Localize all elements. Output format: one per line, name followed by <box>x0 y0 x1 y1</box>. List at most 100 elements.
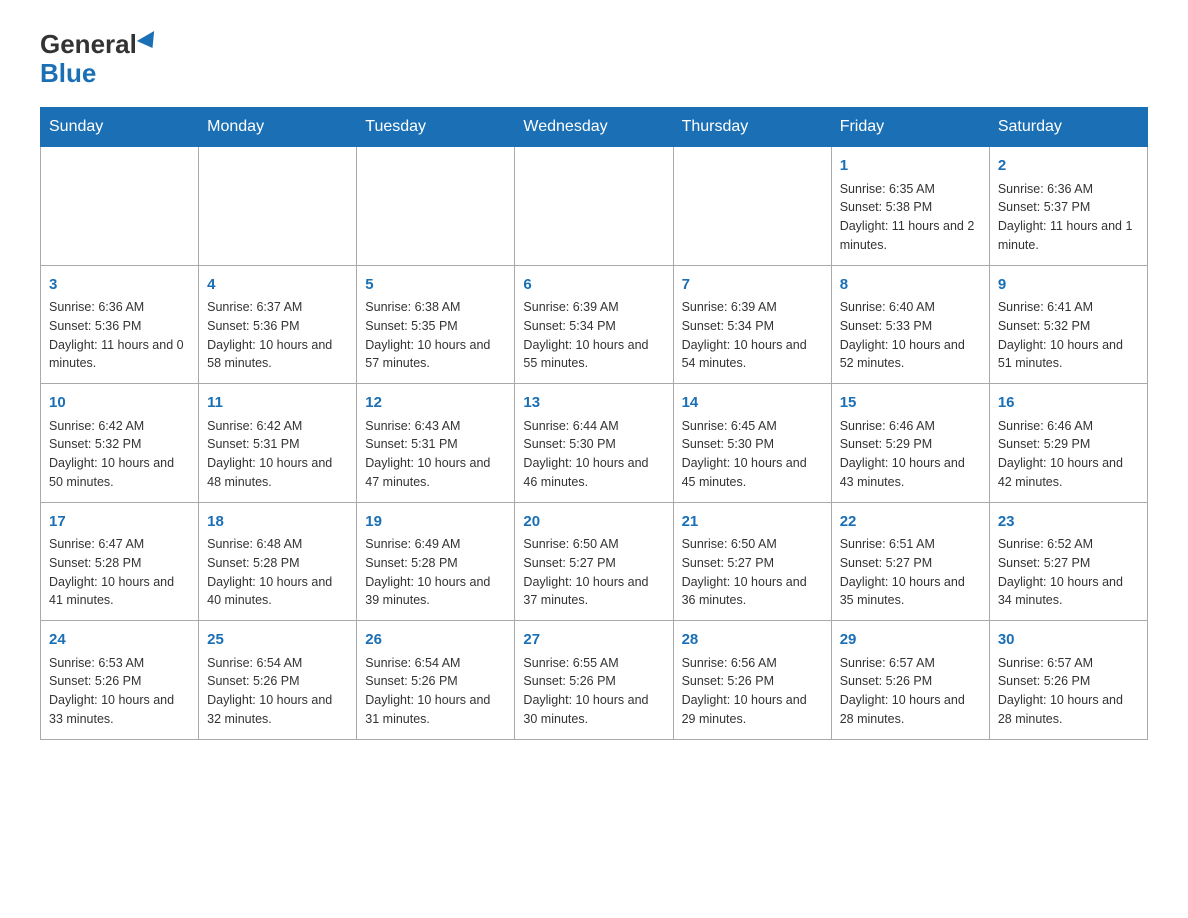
day-number: 6 <box>523 274 664 297</box>
day-info: Sunrise: 6:45 AM Sunset: 5:30 PM Dayligh… <box>682 417 823 492</box>
calendar-cell <box>673 147 831 266</box>
calendar-cell: 25Sunrise: 6:54 AM Sunset: 5:26 PM Dayli… <box>199 621 357 740</box>
calendar-cell: 17Sunrise: 6:47 AM Sunset: 5:28 PM Dayli… <box>41 502 199 621</box>
day-number: 17 <box>49 511 190 534</box>
day-number: 27 <box>523 629 664 652</box>
day-info: Sunrise: 6:49 AM Sunset: 5:28 PM Dayligh… <box>365 535 506 610</box>
week-row-4: 17Sunrise: 6:47 AM Sunset: 5:28 PM Dayli… <box>41 502 1148 621</box>
day-info: Sunrise: 6:46 AM Sunset: 5:29 PM Dayligh… <box>840 417 981 492</box>
day-info: Sunrise: 6:50 AM Sunset: 5:27 PM Dayligh… <box>523 535 664 610</box>
day-info: Sunrise: 6:53 AM Sunset: 5:26 PM Dayligh… <box>49 654 190 729</box>
day-number: 11 <box>207 392 348 415</box>
day-info: Sunrise: 6:39 AM Sunset: 5:34 PM Dayligh… <box>523 298 664 373</box>
day-info: Sunrise: 6:42 AM Sunset: 5:31 PM Dayligh… <box>207 417 348 492</box>
day-info: Sunrise: 6:36 AM Sunset: 5:36 PM Dayligh… <box>49 298 190 373</box>
week-row-2: 3Sunrise: 6:36 AM Sunset: 5:36 PM Daylig… <box>41 265 1148 384</box>
weekday-header-monday: Monday <box>199 108 357 147</box>
day-number: 26 <box>365 629 506 652</box>
calendar-cell: 29Sunrise: 6:57 AM Sunset: 5:26 PM Dayli… <box>831 621 989 740</box>
day-number: 23 <box>998 511 1139 534</box>
day-number: 19 <box>365 511 506 534</box>
day-number: 29 <box>840 629 981 652</box>
day-number: 10 <box>49 392 190 415</box>
day-info: Sunrise: 6:37 AM Sunset: 5:36 PM Dayligh… <box>207 298 348 373</box>
calendar-cell: 1Sunrise: 6:35 AM Sunset: 5:38 PM Daylig… <box>831 147 989 266</box>
calendar-cell: 7Sunrise: 6:39 AM Sunset: 5:34 PM Daylig… <box>673 265 831 384</box>
calendar-cell: 10Sunrise: 6:42 AM Sunset: 5:32 PM Dayli… <box>41 384 199 503</box>
day-info: Sunrise: 6:38 AM Sunset: 5:35 PM Dayligh… <box>365 298 506 373</box>
page-header: GeneralBlue <box>40 30 1148 87</box>
day-info: Sunrise: 6:52 AM Sunset: 5:27 PM Dayligh… <box>998 535 1139 610</box>
day-info: Sunrise: 6:43 AM Sunset: 5:31 PM Dayligh… <box>365 417 506 492</box>
calendar-cell: 27Sunrise: 6:55 AM Sunset: 5:26 PM Dayli… <box>515 621 673 740</box>
day-number: 1 <box>840 155 981 178</box>
day-number: 25 <box>207 629 348 652</box>
weekday-header-tuesday: Tuesday <box>357 108 515 147</box>
calendar-cell: 16Sunrise: 6:46 AM Sunset: 5:29 PM Dayli… <box>989 384 1147 503</box>
calendar-cell <box>515 147 673 266</box>
day-number: 18 <box>207 511 348 534</box>
weekday-header-row: SundayMondayTuesdayWednesdayThursdayFrid… <box>41 108 1148 147</box>
day-number: 3 <box>49 274 190 297</box>
day-info: Sunrise: 6:54 AM Sunset: 5:26 PM Dayligh… <box>207 654 348 729</box>
calendar-cell: 19Sunrise: 6:49 AM Sunset: 5:28 PM Dayli… <box>357 502 515 621</box>
calendar-cell: 4Sunrise: 6:37 AM Sunset: 5:36 PM Daylig… <box>199 265 357 384</box>
weekday-header-sunday: Sunday <box>41 108 199 147</box>
calendar-cell <box>357 147 515 266</box>
calendar-cell <box>41 147 199 266</box>
calendar-cell: 28Sunrise: 6:56 AM Sunset: 5:26 PM Dayli… <box>673 621 831 740</box>
weekday-header-saturday: Saturday <box>989 108 1147 147</box>
week-row-1: 1Sunrise: 6:35 AM Sunset: 5:38 PM Daylig… <box>41 147 1148 266</box>
day-info: Sunrise: 6:36 AM Sunset: 5:37 PM Dayligh… <box>998 180 1139 255</box>
day-number: 21 <box>682 511 823 534</box>
calendar-cell: 9Sunrise: 6:41 AM Sunset: 5:32 PM Daylig… <box>989 265 1147 384</box>
day-number: 13 <box>523 392 664 415</box>
calendar-cell: 23Sunrise: 6:52 AM Sunset: 5:27 PM Dayli… <box>989 502 1147 621</box>
calendar-cell: 13Sunrise: 6:44 AM Sunset: 5:30 PM Dayli… <box>515 384 673 503</box>
day-info: Sunrise: 6:39 AM Sunset: 5:34 PM Dayligh… <box>682 298 823 373</box>
day-number: 22 <box>840 511 981 534</box>
day-info: Sunrise: 6:44 AM Sunset: 5:30 PM Dayligh… <box>523 417 664 492</box>
week-row-5: 24Sunrise: 6:53 AM Sunset: 5:26 PM Dayli… <box>41 621 1148 740</box>
day-info: Sunrise: 6:41 AM Sunset: 5:32 PM Dayligh… <box>998 298 1139 373</box>
calendar-cell: 14Sunrise: 6:45 AM Sunset: 5:30 PM Dayli… <box>673 384 831 503</box>
day-info: Sunrise: 6:48 AM Sunset: 5:28 PM Dayligh… <box>207 535 348 610</box>
day-info: Sunrise: 6:42 AM Sunset: 5:32 PM Dayligh… <box>49 417 190 492</box>
calendar-cell: 26Sunrise: 6:54 AM Sunset: 5:26 PM Dayli… <box>357 621 515 740</box>
calendar-cell: 2Sunrise: 6:36 AM Sunset: 5:37 PM Daylig… <box>989 147 1147 266</box>
day-number: 12 <box>365 392 506 415</box>
day-info: Sunrise: 6:57 AM Sunset: 5:26 PM Dayligh… <box>998 654 1139 729</box>
day-number: 8 <box>840 274 981 297</box>
calendar-cell: 24Sunrise: 6:53 AM Sunset: 5:26 PM Dayli… <box>41 621 199 740</box>
weekday-header-thursday: Thursday <box>673 108 831 147</box>
calendar-cell: 30Sunrise: 6:57 AM Sunset: 5:26 PM Dayli… <box>989 621 1147 740</box>
calendar-cell: 18Sunrise: 6:48 AM Sunset: 5:28 PM Dayli… <box>199 502 357 621</box>
day-info: Sunrise: 6:35 AM Sunset: 5:38 PM Dayligh… <box>840 180 981 255</box>
day-number: 16 <box>998 392 1139 415</box>
day-number: 7 <box>682 274 823 297</box>
calendar-cell <box>199 147 357 266</box>
day-info: Sunrise: 6:57 AM Sunset: 5:26 PM Dayligh… <box>840 654 981 729</box>
day-number: 30 <box>998 629 1139 652</box>
day-info: Sunrise: 6:40 AM Sunset: 5:33 PM Dayligh… <box>840 298 981 373</box>
weekday-header-wednesday: Wednesday <box>515 108 673 147</box>
day-number: 28 <box>682 629 823 652</box>
day-number: 5 <box>365 274 506 297</box>
week-row-3: 10Sunrise: 6:42 AM Sunset: 5:32 PM Dayli… <box>41 384 1148 503</box>
day-info: Sunrise: 6:51 AM Sunset: 5:27 PM Dayligh… <box>840 535 981 610</box>
day-number: 20 <box>523 511 664 534</box>
calendar-cell: 11Sunrise: 6:42 AM Sunset: 5:31 PM Dayli… <box>199 384 357 503</box>
day-number: 9 <box>998 274 1139 297</box>
calendar-cell: 5Sunrise: 6:38 AM Sunset: 5:35 PM Daylig… <box>357 265 515 384</box>
weekday-header-friday: Friday <box>831 108 989 147</box>
calendar-cell: 21Sunrise: 6:50 AM Sunset: 5:27 PM Dayli… <box>673 502 831 621</box>
day-number: 15 <box>840 392 981 415</box>
day-info: Sunrise: 6:56 AM Sunset: 5:26 PM Dayligh… <box>682 654 823 729</box>
calendar-cell: 12Sunrise: 6:43 AM Sunset: 5:31 PM Dayli… <box>357 384 515 503</box>
day-number: 14 <box>682 392 823 415</box>
day-number: 4 <box>207 274 348 297</box>
day-info: Sunrise: 6:55 AM Sunset: 5:26 PM Dayligh… <box>523 654 664 729</box>
day-info: Sunrise: 6:47 AM Sunset: 5:28 PM Dayligh… <box>49 535 190 610</box>
day-number: 2 <box>998 155 1139 178</box>
day-info: Sunrise: 6:46 AM Sunset: 5:29 PM Dayligh… <box>998 417 1139 492</box>
